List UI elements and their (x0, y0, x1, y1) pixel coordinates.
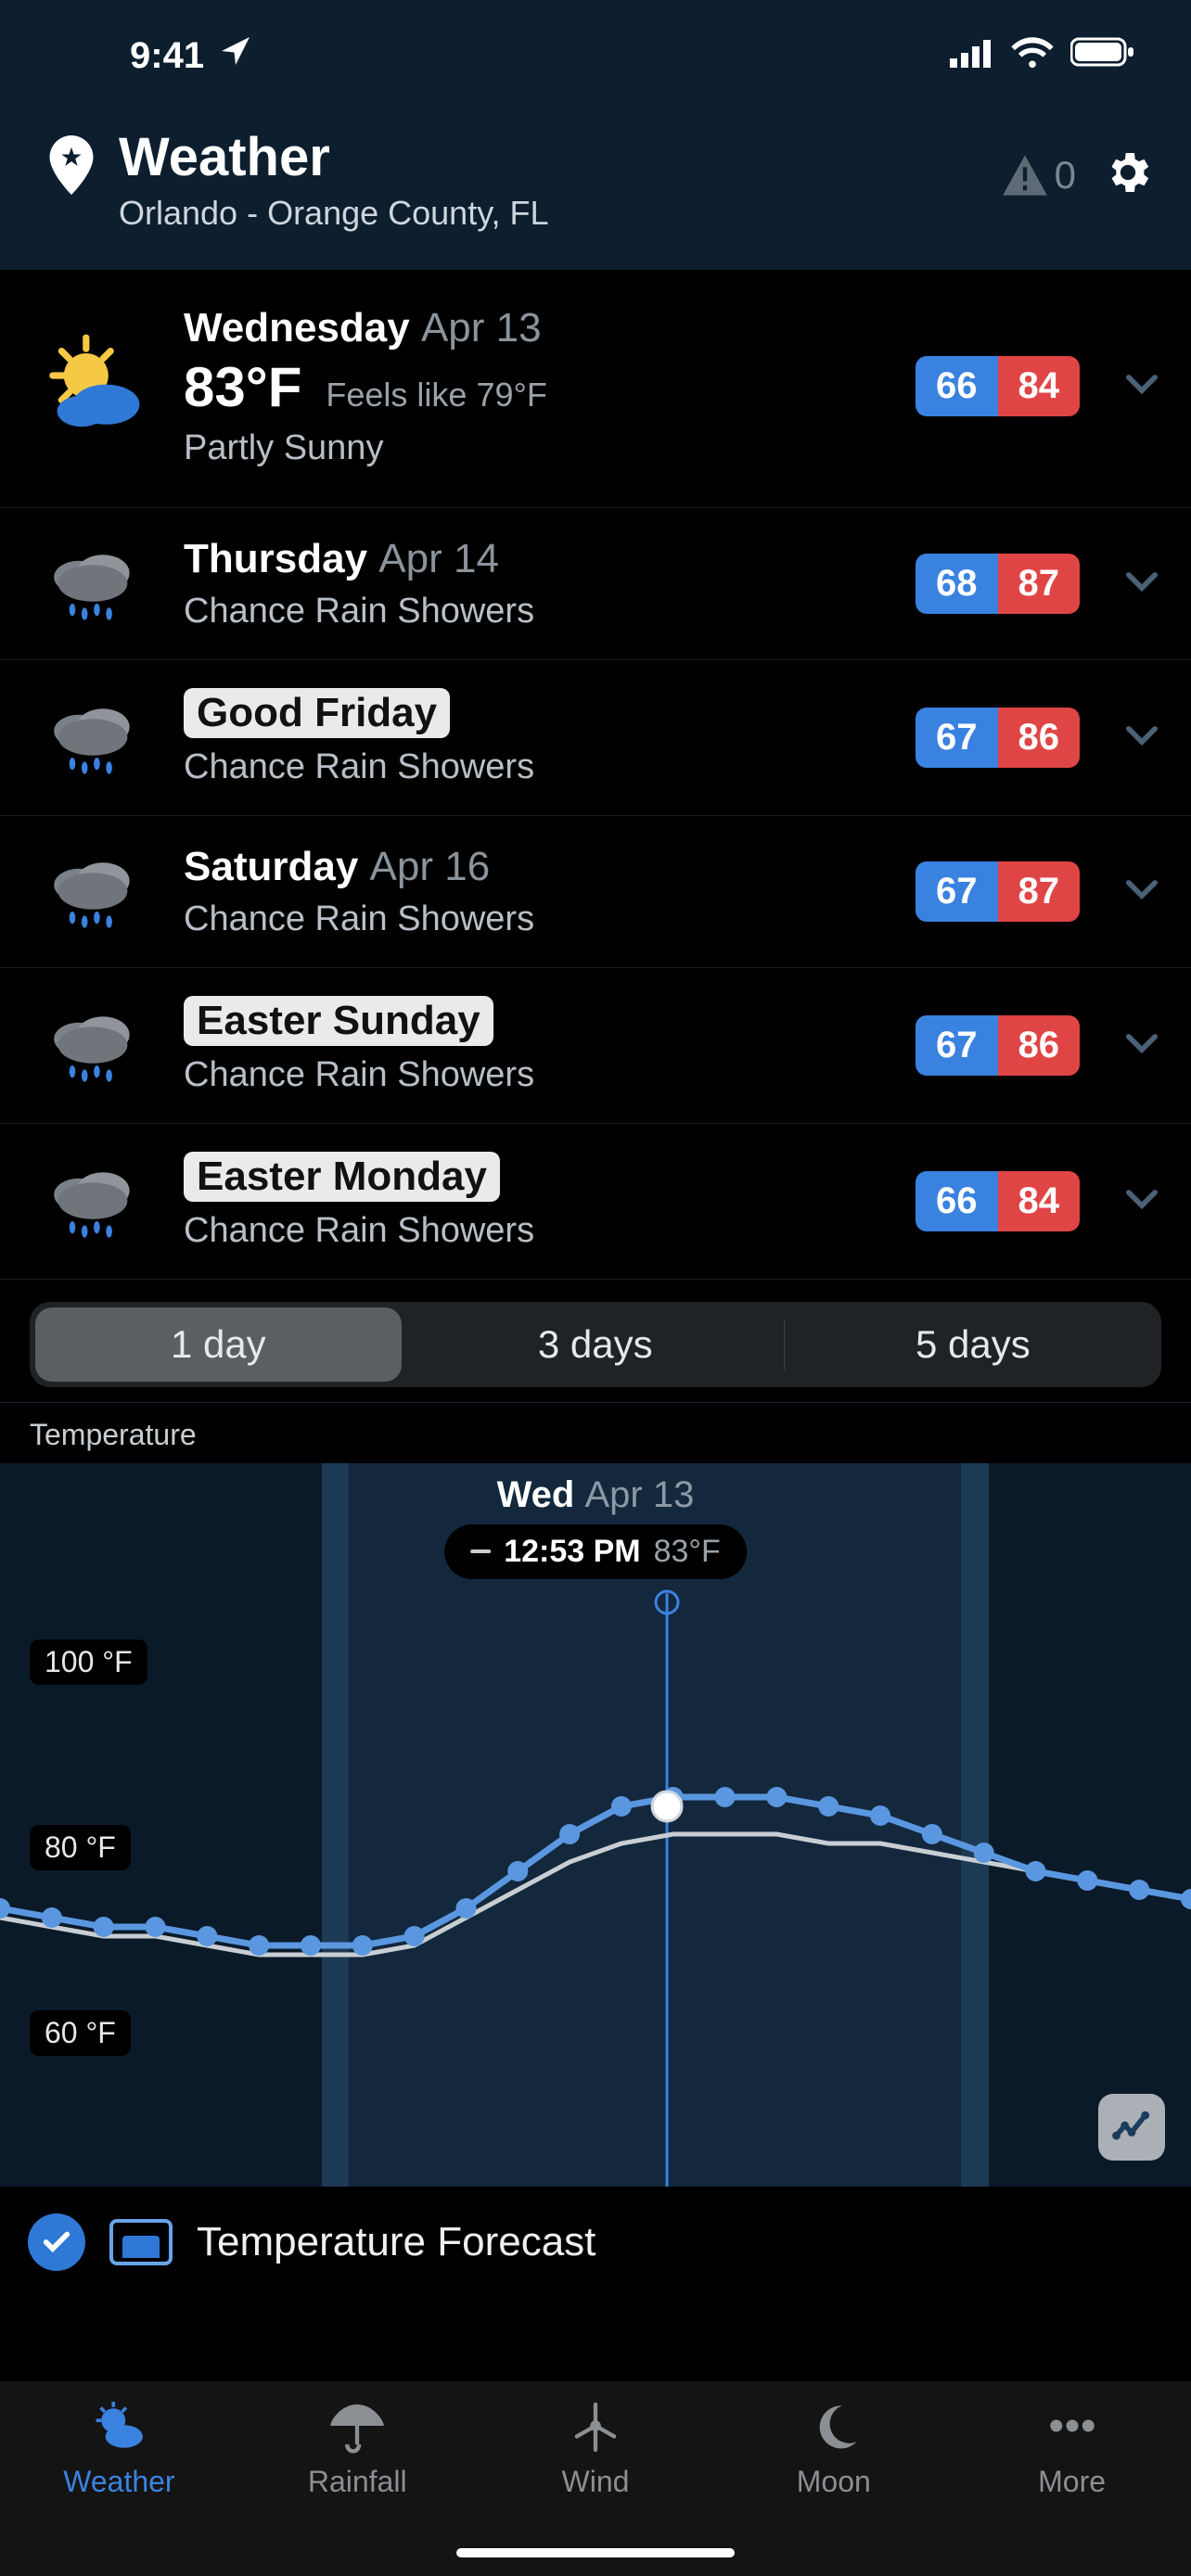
conditions: Chance Rain Showers (184, 1055, 890, 1095)
segment-5days[interactable]: 5 days (785, 1302, 1161, 1387)
alerts-button[interactable]: 0 (1001, 153, 1076, 198)
high-temp: 87 (998, 861, 1081, 922)
chevron-down-icon[interactable] (1126, 374, 1158, 399)
chevron-down-icon[interactable] (1126, 879, 1158, 904)
hi-lo-badge: 6787 (916, 861, 1080, 922)
tab-weather[interactable]: Weather (0, 2396, 238, 2576)
high-temp: 84 (998, 356, 1081, 416)
conditions: Partly Sunny (184, 428, 890, 468)
high-temp: 86 (998, 1015, 1081, 1076)
status-time: 9:41 (130, 35, 204, 77)
umbrella-icon (324, 2396, 391, 2455)
tab-moon[interactable]: Moon (714, 2396, 953, 2576)
moon-icon (800, 2396, 867, 2455)
chevron-down-icon[interactable] (1126, 571, 1158, 596)
location-subtitle[interactable]: Orlando - Orange County, FL (119, 194, 549, 233)
conditions: Chance Rain Showers (184, 899, 890, 939)
partly-sunny-icon (28, 331, 158, 442)
chart-legend: Temperature Forecast (0, 2187, 1191, 2276)
location-services-icon (219, 34, 252, 77)
cellular-icon (950, 35, 994, 77)
settings-button[interactable] (1102, 147, 1154, 203)
wifi-icon (1011, 35, 1054, 77)
tab-rainfall[interactable]: Rainfall (238, 2396, 477, 2576)
weather-icon (85, 2396, 152, 2455)
rain-icon (28, 849, 158, 933)
hi-lo-badge: 6887 (916, 554, 1080, 614)
tab-bar: Weather Rainfall Wind Moon More (0, 2381, 1191, 2576)
segment-1day[interactable]: 1 day (35, 1307, 402, 1382)
status-bar: 9:41 (0, 0, 1191, 111)
home-indicator[interactable] (456, 2548, 735, 2557)
forecast-list: Wednesday Apr 13 83°F Feels like 79°F Pa… (0, 270, 1191, 1280)
alert-triangle-icon (1001, 153, 1049, 198)
day-title: Easter Sunday (184, 996, 890, 1046)
holiday-badge: Easter Sunday (184, 996, 493, 1046)
y-tick: 80 °F (30, 1825, 131, 1870)
temperature-chart-section: Temperature Wed Apr 13 12:53 PM 83°F 100… (0, 1402, 1191, 2276)
tab-more[interactable]: More (953, 2396, 1191, 2576)
forecast-row[interactable]: Easter Sunday Chance Rain Showers 6786 (0, 968, 1191, 1124)
day-title: Saturday Apr 16 (184, 844, 890, 890)
rain-icon (28, 695, 158, 779)
gear-icon (1102, 147, 1154, 198)
day-title: Thursday Apr 14 (184, 536, 890, 582)
hi-lo-badge: 6684 (916, 1171, 1080, 1231)
temperature-chart[interactable]: Wed Apr 13 12:53 PM 83°F 100 °F 80 °F 60… (0, 1463, 1191, 2187)
page-title: Weather (119, 130, 549, 186)
day-title: Good Friday (184, 688, 890, 738)
low-temp: 67 (916, 708, 998, 768)
alert-count: 0 (1055, 153, 1076, 198)
app-header: Weather Orlando - Orange County, FL 0 (0, 111, 1191, 270)
legend-check-icon[interactable] (28, 2213, 85, 2271)
hi-lo-badge: 6786 (916, 708, 1080, 768)
day-title: Easter Monday (184, 1152, 890, 1202)
conditions: Chance Rain Showers (184, 1211, 890, 1251)
day-title: Wednesday Apr 13 (184, 305, 890, 351)
high-temp: 84 (998, 1171, 1081, 1231)
line-chart-icon (1111, 2107, 1152, 2148)
wind-turbine-icon (562, 2396, 629, 2455)
low-temp: 68 (916, 554, 998, 614)
high-temp: 86 (998, 708, 1081, 768)
legend-label: Temperature Forecast (197, 2219, 596, 2265)
current-temp: 83°F (184, 355, 301, 419)
hi-lo-badge: 6786 (916, 1015, 1080, 1076)
holiday-badge: Easter Monday (184, 1152, 500, 1202)
feels-like: Feels like 79°F (326, 376, 546, 414)
conditions: Chance Rain Showers (184, 747, 890, 787)
range-segmented-control: 1 day 3 days 5 days (30, 1302, 1161, 1387)
rain-icon (28, 1003, 158, 1087)
y-tick: 60 °F (30, 2010, 131, 2056)
forecast-row[interactable]: Thursday Apr 14 Chance Rain Showers 6887 (0, 508, 1191, 660)
forecast-row[interactable]: Good Friday Chance Rain Showers 6786 (0, 660, 1191, 816)
chevron-down-icon[interactable] (1126, 725, 1158, 750)
hi-lo-badge: 66 84 (916, 356, 1080, 416)
segment-3days[interactable]: 3 days (407, 1302, 784, 1387)
holiday-badge: Good Friday (184, 688, 450, 738)
low-temp: 66 (916, 1171, 998, 1231)
low-temp: 67 (916, 1015, 998, 1076)
conditions: Chance Rain Showers (184, 592, 890, 631)
battery-icon (1070, 35, 1135, 77)
legend-swatch-icon[interactable] (109, 2219, 173, 2265)
chevron-down-icon[interactable] (1126, 1033, 1158, 1058)
rain-icon (28, 1159, 158, 1243)
low-temp: 67 (916, 861, 998, 922)
location-pin-icon[interactable] (46, 135, 96, 199)
more-icon (1039, 2396, 1106, 2455)
chart-style-button[interactable] (1098, 2094, 1165, 2161)
forecast-row[interactable]: Easter Monday Chance Rain Showers 6684 (0, 1124, 1191, 1280)
rain-icon (28, 542, 158, 625)
chart-section-label: Temperature (0, 1403, 1191, 1463)
forecast-row[interactable]: Saturday Apr 16 Chance Rain Showers 6787 (0, 816, 1191, 968)
chevron-down-icon[interactable] (1126, 1189, 1158, 1214)
forecast-row[interactable]: Wednesday Apr 13 83°F Feels like 79°F Pa… (0, 270, 1191, 508)
low-temp: 66 (916, 356, 998, 416)
high-temp: 87 (998, 554, 1081, 614)
y-tick: 100 °F (30, 1639, 147, 1685)
